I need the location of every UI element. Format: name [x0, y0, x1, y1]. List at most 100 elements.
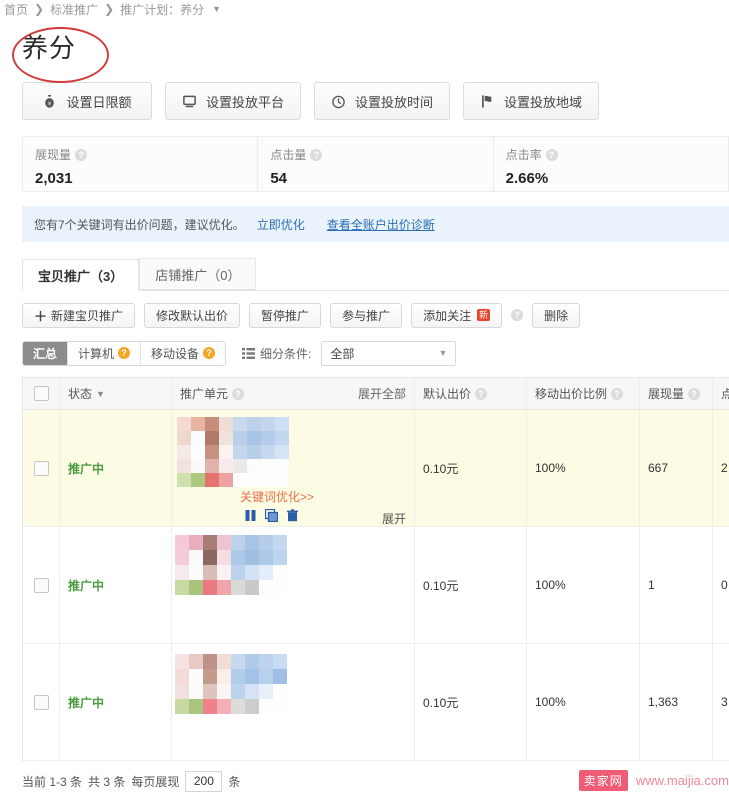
edit-default-bid-button[interactable]: 修改默认出价	[144, 302, 241, 328]
header-state[interactable]: 状态 ▼	[60, 378, 172, 409]
help-icon[interactable]: ?	[310, 148, 323, 161]
row-impression-cell: 667	[640, 410, 713, 526]
table-toolbar: ＋ 新建宝贝推广 修改默认出价 暂停推广 参与推广 添加关注 新 ? 删除	[22, 301, 729, 329]
copy-icon[interactable]	[264, 508, 279, 525]
set-daily-budget-label: 设置日限额	[66, 94, 132, 110]
new-badge: 新	[477, 309, 491, 321]
status-badge: 推广中	[68, 695, 105, 710]
header-impression: 展现量 ?	[640, 378, 713, 409]
row-checkbox[interactable]	[33, 694, 49, 710]
help-icon[interactable]: ?	[511, 309, 524, 321]
stat-ctr-value: 2.66%	[505, 170, 549, 187]
breadcrumb-item-standard[interactable]: 标准推广	[50, 1, 98, 18]
page-title: 养分	[22, 33, 77, 64]
stat-clicks-label: 点击量	[270, 148, 307, 162]
help-icon[interactable]: ?	[688, 387, 701, 400]
monitor-icon	[183, 95, 196, 107]
breadcrumb-separator: ❯	[104, 2, 115, 16]
notice-text: 您有7个关键词有出价问题，建议优化。	[34, 217, 245, 232]
segment-summary[interactable]: 汇总	[23, 341, 69, 365]
table-row: 推广中 0.10元 100% 1 0	[23, 527, 729, 644]
set-region-button[interactable]: 设置投放地域	[463, 82, 600, 120]
expand-all-link[interactable]: 展开全部	[358, 385, 406, 402]
table-row: 推广中 关键词优化>> 展开 0.10元 100% 667 2	[23, 410, 729, 527]
stats-summary: 展现量 ? 2,031 点击量 ? 54 点击率 ? 2.66%	[22, 136, 729, 192]
breadcrumb-separator: ❯	[34, 2, 45, 16]
help-icon[interactable]: ?	[475, 387, 488, 400]
add-follow-button[interactable]: 添加关注 新	[411, 302, 503, 328]
help-icon[interactable]: ?	[203, 347, 216, 359]
tab-item-promotion-label: 宝贝推广（3）	[38, 268, 124, 284]
header-clicks-label: 点	[721, 387, 729, 401]
set-daily-budget-button[interactable]: ¥ 设置日限额	[22, 82, 152, 120]
device-segment-control: 汇总 计算机 ? 移动设备 ?	[22, 340, 227, 366]
row-checkbox[interactable]	[33, 577, 49, 593]
product-thumbnail-mosaic	[175, 535, 287, 595]
row-state-cell: 推广中	[60, 410, 172, 526]
page-title-area: 养分	[0, 18, 729, 83]
watermark-badge: 卖家网	[578, 770, 628, 791]
pagination-total: 共 3 条	[88, 774, 126, 789]
filter-condition-label-row: 细分条件:	[242, 345, 311, 362]
row-state-cell: 推广中	[60, 644, 172, 760]
per-page-input[interactable]: 200	[185, 770, 223, 792]
tab-shop-promotion-label: 店铺推广（0）	[155, 267, 241, 283]
breadcrumb-item-home[interactable]: 首页	[4, 1, 28, 18]
row-unit-cell	[172, 527, 415, 643]
help-icon[interactable]: ?	[545, 148, 558, 161]
filter-condition-select[interactable]: 全部 ▼	[321, 340, 457, 366]
help-icon[interactable]: ?	[75, 148, 88, 161]
set-platform-button[interactable]: 设置投放平台	[165, 82, 302, 120]
segment-mobile[interactable]: 移动设备 ?	[141, 341, 226, 365]
segment-mobile-label: 移动设备	[151, 346, 200, 361]
expand-row-link[interactable]: 展开	[382, 510, 406, 526]
header-default-bid: 默认出价 ?	[415, 378, 527, 409]
segment-computer[interactable]: 计算机 ?	[68, 341, 142, 365]
new-item-promotion-button[interactable]: ＋ 新建宝贝推广	[22, 302, 136, 328]
segment-summary-label: 汇总	[33, 346, 58, 361]
product-thumbnail-mosaic	[175, 654, 287, 714]
row-impression-cell: 1	[640, 527, 713, 643]
watermark: 卖家网 www.maijia.com	[578, 770, 729, 791]
row-bid-cell: 0.10元	[415, 410, 527, 526]
map-pin-icon	[482, 94, 492, 108]
header-default-bid-label: 默认出价	[423, 387, 472, 401]
chevron-down-icon[interactable]: ▼	[212, 4, 221, 14]
optimize-now-link[interactable]: 立即优化	[257, 216, 305, 233]
stat-ctr: 点击率 ? 2.66%	[494, 137, 729, 191]
join-promotion-button[interactable]: 参与推广	[330, 302, 403, 328]
row-select-cell	[23, 410, 60, 526]
sort-descending-icon: ▼	[96, 388, 105, 399]
row-checkbox[interactable]	[33, 460, 49, 476]
status-badge: 推广中	[68, 461, 105, 476]
segment-computer-label: 计算机	[78, 346, 115, 361]
tab-item-promotion[interactable]: 宝贝推广（3）	[22, 259, 140, 291]
table-footer: 当前 1-3 条 共 3 条 每页展现 200 条 卖家网 www.maijia…	[22, 761, 729, 801]
breadcrumb-item-plan[interactable]: 推广计划：养分	[120, 1, 204, 18]
help-icon[interactable]: ?	[118, 347, 131, 359]
row-select-cell	[23, 527, 60, 643]
stat-clicks-label-row: 点击量 ?	[270, 146, 492, 163]
promotion-tabs: 宝贝推广（3） 店铺推广（0）	[22, 258, 729, 291]
stat-clicks-value: 54	[270, 170, 288, 187]
help-icon[interactable]: ?	[232, 387, 245, 400]
watermark-url: www.maijia.com	[635, 773, 729, 788]
delete-label: 删除	[544, 308, 569, 323]
tab-shop-promotion[interactable]: 店铺推广（0）	[139, 258, 257, 290]
pause-icon[interactable]	[244, 509, 257, 525]
pause-promotion-button[interactable]: 暂停推广	[249, 302, 322, 328]
trash-icon[interactable]	[286, 509, 299, 525]
select-all-checkbox[interactable]	[33, 386, 49, 401]
view-account-diagnosis-link[interactable]: 查看全账户出价诊断	[327, 216, 435, 233]
set-schedule-button[interactable]: 设置投放时间	[314, 82, 451, 120]
header-state-label: 状态	[68, 387, 93, 401]
row-unit-inner	[172, 644, 414, 760]
delete-button[interactable]: 删除	[532, 302, 581, 328]
row-unit-inner	[172, 527, 414, 643]
keyword-optimize-link[interactable]: 关键词优化>>	[240, 488, 314, 505]
stat-impressions-label: 展现量	[35, 148, 72, 162]
help-icon[interactable]: ?	[611, 387, 624, 400]
set-schedule-label: 设置投放时间	[355, 94, 434, 110]
header-mobile-ratio-label: 移动出价比例	[535, 387, 608, 401]
per-page-label: 每页展现	[131, 774, 180, 789]
